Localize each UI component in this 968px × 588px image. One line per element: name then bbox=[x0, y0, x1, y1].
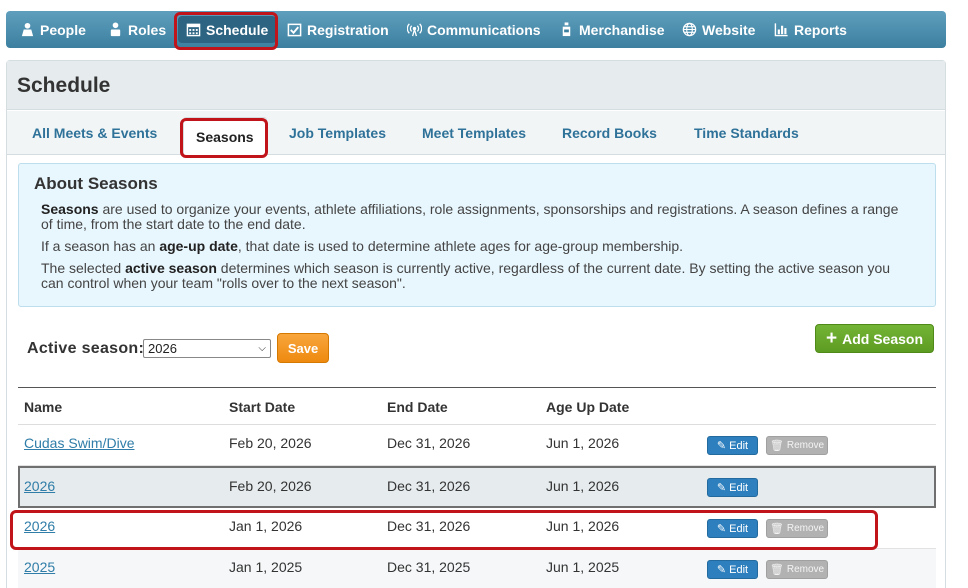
add-season-label: Add Season bbox=[842, 330, 923, 347]
nav-label: Website bbox=[702, 21, 756, 38]
nav-label: Communications bbox=[427, 21, 541, 38]
calendar-icon bbox=[186, 23, 201, 37]
table-row: 2026 Jan 1, 2026 Dec 31, 2026 Jun 1, 202… bbox=[18, 508, 936, 549]
about-seasons-box: About Seasons Seasons are used to organi… bbox=[18, 163, 936, 307]
pencil-icon: ✎ bbox=[716, 482, 727, 494]
tab-time-standards[interactable]: Time Standards bbox=[694, 111, 799, 155]
save-button[interactable]: Save bbox=[277, 333, 329, 363]
broadcast-icon bbox=[407, 23, 422, 37]
remove-label: Remove bbox=[786, 440, 825, 451]
start-date: Feb 20, 2026 bbox=[229, 478, 312, 494]
start-date: Jan 1, 2026 bbox=[229, 518, 303, 534]
nav-label: Reports bbox=[794, 21, 847, 38]
edit-label: Edit bbox=[729, 563, 749, 576]
about-paragraph-1: Seasons are used to organize your events… bbox=[41, 201, 899, 232]
nav-item-schedule[interactable]: Schedule bbox=[178, 16, 277, 43]
season-name-link[interactable]: Cudas Swim/Dive bbox=[24, 435, 134, 451]
edit-label: Edit bbox=[729, 481, 749, 494]
nav-label: Registration bbox=[307, 21, 389, 38]
tab-all-meets-events[interactable]: All Meets & Events bbox=[32, 111, 157, 155]
pencil-icon: ✎ bbox=[716, 564, 727, 576]
nav-label: People bbox=[40, 21, 86, 38]
active-season-label: Active season: bbox=[27, 340, 145, 357]
about-paragraph-2: If a season has an age-up date, that dat… bbox=[41, 238, 684, 254]
season-name-link[interactable]: 2026 bbox=[24, 478, 55, 494]
main-nav: People Roles Schedule Registration Commu… bbox=[6, 11, 946, 48]
schedule-panel: Schedule All Meets & Events Seasons Job … bbox=[6, 60, 946, 588]
seasons-table: Name Start Date End Date Age Up Date Cud… bbox=[18, 387, 936, 588]
tab-meet-templates[interactable]: Meet Templates bbox=[422, 111, 526, 155]
tab-bar: All Meets & Events Seasons Job Templates… bbox=[7, 111, 945, 156]
active-season-value: 2026 bbox=[148, 341, 177, 356]
nav-label: Roles bbox=[128, 21, 167, 38]
remove-label: Remove bbox=[786, 564, 825, 575]
about-seasons-title: About Seasons bbox=[34, 174, 158, 193]
end-date: Dec 31, 2026 bbox=[387, 435, 471, 451]
add-season-button[interactable]: + Add Season bbox=[815, 324, 934, 353]
column-header-start-date[interactable]: Start Date bbox=[229, 399, 295, 415]
season-name-link[interactable]: 2026 bbox=[24, 518, 55, 534]
end-date: Dec 31, 2025 bbox=[387, 559, 471, 575]
remove-button[interactable]: 🗑 Remove bbox=[766, 436, 828, 455]
nav-item-website[interactable]: Website bbox=[682, 11, 755, 48]
nav-label: Merchandise bbox=[579, 21, 665, 38]
remove-button[interactable]: 🗑 Remove bbox=[766, 560, 828, 579]
end-date: Dec 31, 2026 bbox=[387, 518, 471, 534]
start-date: Jan 1, 2025 bbox=[229, 559, 303, 575]
age-up-date: Jun 1, 2025 bbox=[546, 559, 620, 575]
column-header-age-up-date[interactable]: Age Up Date bbox=[546, 399, 629, 415]
edit-label: Edit bbox=[729, 522, 749, 535]
edit-button[interactable]: ✎ Edit bbox=[707, 478, 758, 497]
nav-item-people[interactable]: People bbox=[20, 11, 86, 48]
edit-label: Edit bbox=[729, 439, 749, 452]
season-name-link[interactable]: 2025 bbox=[24, 559, 55, 575]
remove-label: Remove bbox=[786, 523, 825, 534]
nav-item-registration[interactable]: Registration bbox=[287, 11, 389, 48]
trash-icon: 🗑 bbox=[769, 440, 784, 452]
page-title: Schedule bbox=[7, 61, 945, 110]
edit-button[interactable]: ✎ Edit bbox=[707, 560, 758, 579]
nav-item-merchandise[interactable]: Merchandise bbox=[559, 11, 665, 48]
end-date: Dec 31, 2026 bbox=[387, 478, 471, 494]
roles-icon bbox=[110, 22, 121, 37]
nav-item-communications[interactable]: Communications bbox=[407, 11, 541, 48]
tab-job-templates[interactable]: Job Templates bbox=[289, 111, 386, 155]
pencil-icon: ✎ bbox=[716, 440, 727, 452]
age-up-date: Jun 1, 2026 bbox=[546, 518, 620, 534]
column-header-end-date[interactable]: End Date bbox=[387, 399, 448, 415]
plus-icon: + bbox=[825, 328, 838, 349]
nav-item-roles[interactable]: Roles bbox=[108, 11, 166, 48]
tab-seasons[interactable]: Seasons bbox=[183, 117, 267, 156]
chevron-down-icon: ⌵ bbox=[258, 343, 266, 354]
globe-icon bbox=[682, 22, 697, 37]
table-header: Name Start Date End Date Age Up Date bbox=[18, 387, 936, 425]
person-icon bbox=[21, 22, 34, 37]
bar-chart-icon bbox=[774, 23, 788, 37]
pencil-icon: ✎ bbox=[716, 523, 727, 535]
trash-icon: 🗑 bbox=[769, 564, 784, 576]
checkbox-icon bbox=[287, 23, 302, 37]
start-date: Feb 20, 2026 bbox=[229, 435, 312, 451]
nav-item-reports[interactable]: Reports bbox=[774, 11, 847, 48]
table-row: 2025 Jan 1, 2025 Dec 31, 2025 Jun 1, 202… bbox=[18, 549, 936, 588]
column-header-name[interactable]: Name bbox=[24, 399, 62, 415]
edit-button[interactable]: ✎ Edit bbox=[707, 436, 758, 455]
age-up-date: Jun 1, 2026 bbox=[546, 478, 620, 494]
table-row-active: 2026 Feb 20, 2026 Dec 31, 2026 Jun 1, 20… bbox=[18, 466, 936, 508]
edit-button[interactable]: ✎ Edit bbox=[707, 519, 758, 538]
remove-button[interactable]: 🗑 Remove bbox=[766, 519, 828, 538]
table-row: Cudas Swim/Dive Feb 20, 2026 Dec 31, 202… bbox=[18, 425, 936, 466]
tab-record-books[interactable]: Record Books bbox=[562, 111, 657, 155]
age-up-date: Jun 1, 2026 bbox=[546, 435, 620, 451]
active-season-select[interactable]: 2026 ⌵ bbox=[143, 339, 271, 358]
nav-label: Schedule bbox=[206, 21, 269, 38]
bottle-icon bbox=[562, 22, 571, 37]
about-paragraph-3: The selected active season determines wh… bbox=[41, 260, 891, 291]
trash-icon: 🗑 bbox=[769, 523, 784, 535]
